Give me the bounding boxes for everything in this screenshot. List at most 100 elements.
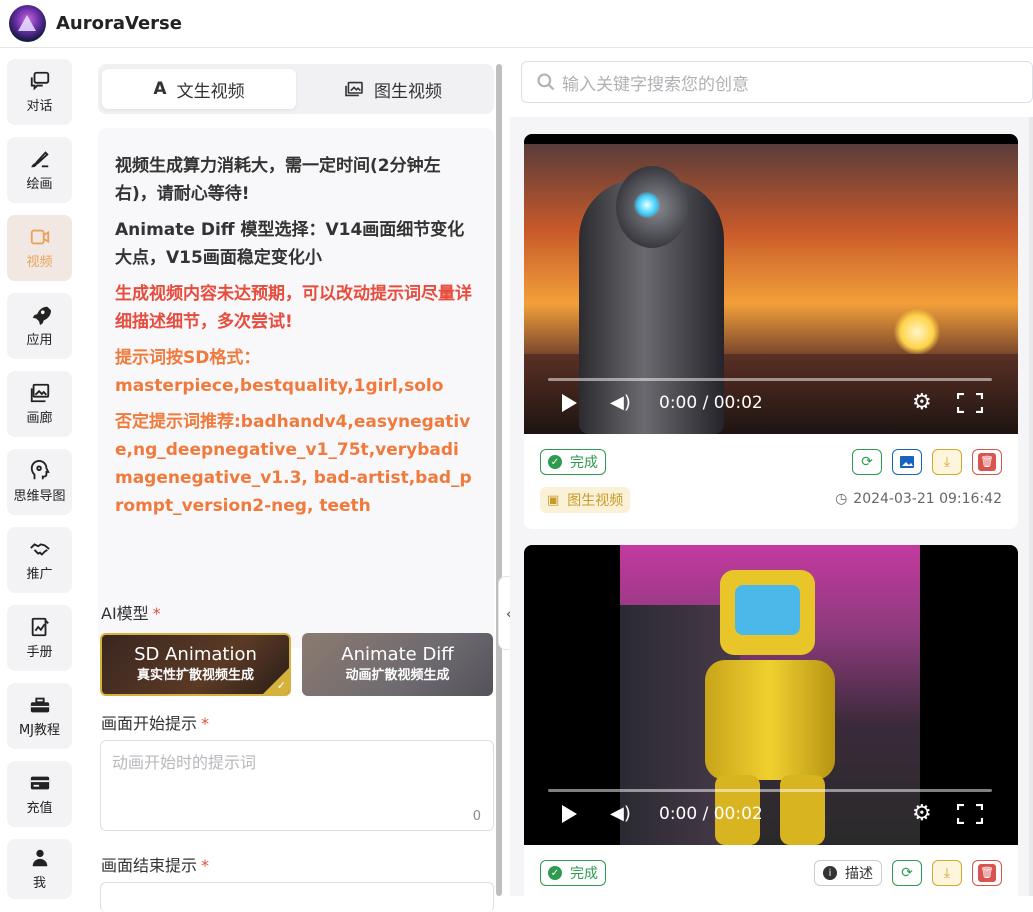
sidebar-item-promote[interactable]: 推广 xyxy=(7,527,72,593)
model-desc: 真实性扩散视频生成 xyxy=(136,667,254,683)
sidebar-item-gallery[interactable]: 画廊 xyxy=(7,371,72,437)
gallery-scrollbar[interactable] xyxy=(1029,117,1033,896)
video-controls: ◀) 0:00 / 00:02 ⚙ xyxy=(524,374,1018,434)
sidebar-item-chat[interactable]: 对话 xyxy=(7,59,72,125)
model-desc: 动画扩散视频生成 xyxy=(345,667,450,683)
sidebar-item-label: 手册 xyxy=(26,645,53,660)
sidebar-item-video[interactable]: 视频 xyxy=(7,215,72,281)
note-retry: 生成视频内容未达预期，可以改动提示词尽量详细描述细节，多次尝试! xyxy=(115,284,472,332)
video-gallery: ◀) 0:00 / 00:02 ⚙ ✓ 完成 ⟳ ⤓ 🗑 ▣ 图生视频 ◷ 20… xyxy=(510,117,1033,905)
date-text: 2024-03-21 09:16:42 xyxy=(853,491,1002,507)
manual-icon xyxy=(31,617,49,637)
status-badge: ✓ 完成 xyxy=(540,860,606,886)
video-time: 0:00 / 00:02 xyxy=(659,804,763,824)
required-mark: * xyxy=(201,714,210,733)
panel-scrollbar[interactable] xyxy=(496,64,502,896)
char-counter: 0 xyxy=(472,809,481,824)
robot-eye-glow xyxy=(634,192,660,218)
model-animate-diff[interactable]: Animate Diff 动画扩散视频生成 xyxy=(302,633,493,696)
play-icon[interactable] xyxy=(562,394,577,412)
handshake-icon xyxy=(29,543,50,556)
model-name: Animate Diff xyxy=(341,643,454,665)
type-badge: ▣ 图生视频 xyxy=(540,487,631,513)
status-text: 完成 xyxy=(570,866,598,882)
regenerate-button[interactable]: ⟳ xyxy=(892,860,922,886)
search-input[interactable]: 输入关键字搜索您的创意 xyxy=(521,61,1033,103)
start-prompt-label-text: 画面开始提示 xyxy=(101,714,198,733)
gallery-icon xyxy=(30,383,49,403)
gear-icon[interactable]: ⚙ xyxy=(912,801,932,826)
model-label-text: AI模型 xyxy=(101,604,149,623)
robot-face-shape xyxy=(735,585,800,635)
info-icon: i xyxy=(823,866,837,880)
sidebar-item-label: 思维导图 xyxy=(13,489,66,504)
sidebar-item-apps[interactable]: 应用 xyxy=(7,293,72,359)
note-cost: 视频生成算力消耗大，需一定时间(2分钟左右)，请耐心等待! xyxy=(115,156,441,204)
video-player[interactable]: ◀) 0:00 / 00:02 ⚙ xyxy=(524,134,1018,434)
volume-icon[interactable]: ◀) xyxy=(610,803,631,824)
tab-image-to-video[interactable]: 图生视频 xyxy=(296,69,490,109)
video-player[interactable]: ◀) 0:00 / 00:02 ⚙ xyxy=(524,545,1018,845)
download-button[interactable]: ⤓ xyxy=(932,449,962,475)
tab-text-to-video[interactable]: A 文生视频 xyxy=(102,69,296,109)
toolbox-icon xyxy=(30,697,49,713)
user-icon xyxy=(32,849,47,867)
sidebar-item-mj-tutorial[interactable]: MJ教程 xyxy=(7,683,72,749)
download-button[interactable]: ⤓ xyxy=(932,860,962,886)
check-circle-icon: ✓ xyxy=(548,866,562,880)
mode-tabs: A 文生视频 图生视频 xyxy=(98,64,494,114)
sidebar: 对话 绘画 视频 应用 画廊 思维导图 推广 手册 MJ教程 充值 我 xyxy=(0,49,80,899)
sidebar-item-manual[interactable]: 手册 xyxy=(7,605,72,671)
model-sd-animation[interactable]: SD Animation 真实性扩散视频生成 ✓ xyxy=(100,633,291,696)
model-name: SD Animation xyxy=(134,643,257,665)
sidebar-item-recharge[interactable]: 充值 xyxy=(7,761,72,827)
status-text: 完成 xyxy=(570,455,598,471)
start-prompt-input[interactable]: 动画开始时的提示词 0 xyxy=(100,740,494,831)
refresh-icon: ⟳ xyxy=(861,454,873,470)
sidebar-item-me[interactable]: 我 xyxy=(7,839,72,899)
note-model: Animate Diff 模型选择：V14画面细节变化大点，V15画面稳定变化小 xyxy=(115,220,465,268)
trash-icon: 🗑 xyxy=(978,864,996,882)
chat-icon xyxy=(30,71,49,91)
download-icon: ⤓ xyxy=(943,865,951,881)
video-card: ◀) 0:00 / 00:02 ⚙ ✓ 完成 ⟳ ⤓ 🗑 ▣ 图生视频 ◷ 20… xyxy=(524,134,1018,529)
image-icon xyxy=(900,456,914,468)
app-logo[interactable] xyxy=(9,5,46,42)
sidebar-item-draw[interactable]: 绘画 xyxy=(7,137,72,203)
rocket-icon xyxy=(32,306,51,326)
delete-button[interactable]: 🗑 xyxy=(972,860,1002,886)
end-prompt-input[interactable] xyxy=(100,882,494,912)
brush-icon xyxy=(30,151,49,168)
regenerate-button[interactable]: ⟳ xyxy=(852,449,882,475)
fullscreen-icon[interactable] xyxy=(957,804,983,824)
delete-button[interactable]: 🗑 xyxy=(972,449,1002,475)
sidebar-item-mindmap[interactable]: 思维导图 xyxy=(7,449,72,515)
sidebar-item-label: MJ教程 xyxy=(18,723,61,738)
video-icon xyxy=(30,229,49,245)
sidebar-item-label: 推广 xyxy=(26,567,53,582)
view-image-button[interactable] xyxy=(892,449,922,475)
play-icon[interactable] xyxy=(562,805,577,823)
sidebar-item-label: 我 xyxy=(32,876,46,891)
top-bar: AuroraVerse xyxy=(0,0,1033,48)
seek-bar[interactable] xyxy=(548,378,992,381)
sun-shape xyxy=(894,309,940,355)
gear-icon[interactable]: ⚙ xyxy=(912,390,932,415)
model-label: AI模型 * xyxy=(101,600,161,624)
search-icon xyxy=(537,73,555,91)
volume-icon[interactable]: ◀) xyxy=(610,392,631,413)
video-card: ◀) 0:00 / 00:02 ⚙ ✓ 完成 i 描述 ⟳ ⤓ 🗑 xyxy=(524,545,1018,905)
check-circle-icon: ✓ xyxy=(548,455,562,469)
end-prompt-label: 画面结束提示 * xyxy=(101,852,209,876)
seek-bar[interactable] xyxy=(548,789,992,792)
refresh-icon: ⟳ xyxy=(901,865,913,881)
fullscreen-icon[interactable] xyxy=(957,393,983,413)
clock-icon: ◷ xyxy=(835,491,848,507)
trash-icon: 🗑 xyxy=(978,453,996,471)
created-date: ◷ 2024-03-21 09:16:42 xyxy=(835,491,1002,507)
create-panel: A 文生视频 图生视频 视频生成算力消耗大，需一定时间(2分钟左右)，请耐心等待… xyxy=(88,62,498,912)
start-prompt-placeholder: 动画开始时的提示词 xyxy=(112,753,257,772)
sidebar-item-label: 画廊 xyxy=(26,411,53,426)
video-time: 0:00 / 00:02 xyxy=(659,393,763,413)
describe-button[interactable]: i 描述 xyxy=(814,860,882,886)
